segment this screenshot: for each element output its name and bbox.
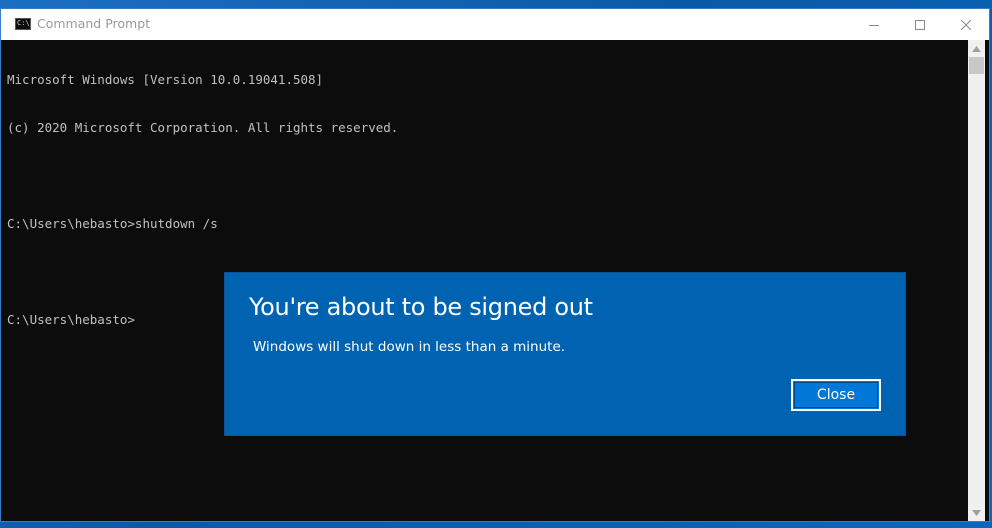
command-prompt-window: C:\_ Command Prompt Microsoft Windows [V… [0, 8, 990, 522]
maximize-button[interactable] [897, 9, 943, 40]
console-line: Microsoft Windows [Version 10.0.19041.50… [7, 72, 324, 87]
console-line: C:\Users\hebasto>shutdown /s [7, 216, 218, 231]
scroll-down-icon [972, 509, 981, 516]
scroll-down-button[interactable] [968, 504, 985, 521]
sign-out-notification: You're about to be signed out Windows wi… [225, 273, 905, 435]
close-button[interactable]: Close [791, 379, 881, 411]
close-icon [961, 19, 971, 30]
console-line: (c) 2020 Microsoft Corporation. All righ… [7, 120, 399, 135]
vertical-scrollbar[interactable] [968, 40, 985, 521]
scroll-up-button[interactable] [968, 40, 985, 57]
minimize-button[interactable] [851, 9, 897, 40]
cmd-icon: C:\_ [15, 18, 34, 30]
maximize-icon [915, 19, 925, 30]
scroll-up-icon [972, 45, 981, 52]
notification-message: Windows will shut down in less than a mi… [253, 339, 566, 355]
close-window-button[interactable] [943, 9, 989, 40]
minimize-icon [869, 24, 879, 26]
notification-title: You're about to be signed out [249, 293, 593, 321]
window-title: Command Prompt [37, 16, 151, 31]
title-bar[interactable]: C:\_ Command Prompt [1, 9, 989, 40]
scroll-thumb[interactable] [969, 57, 984, 74]
